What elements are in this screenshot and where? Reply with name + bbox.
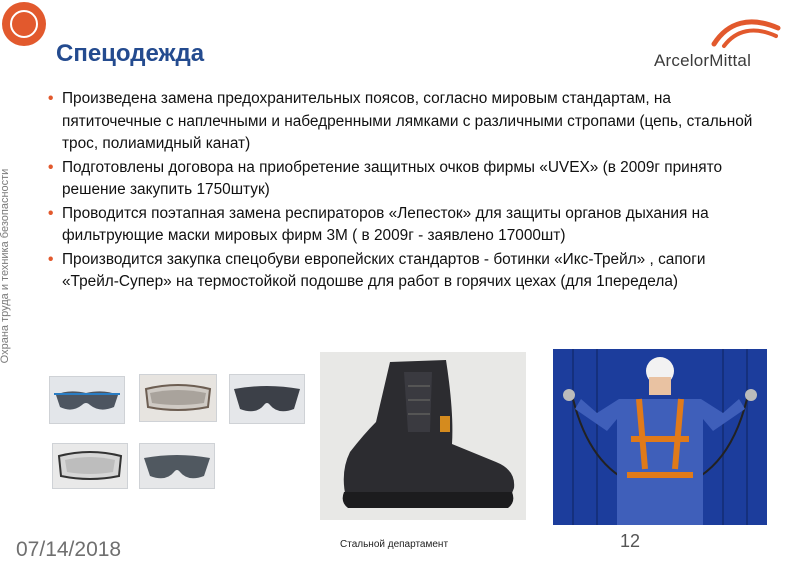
bullet-dot-icon: • [48,90,54,107]
bullet-item: • Подготовлены договора на приобретение з… [46,157,766,202]
bullet-item: • Произведена замена предохранительных по… [46,88,766,156]
page-number: 12 [620,531,641,551]
worker-harness-photo [553,349,767,525]
footer-department: Стальной департамент [340,539,449,550]
work-boot-photo [320,352,526,520]
bullet-item: • Производится закупка спецобуви европейс… [46,249,766,294]
footer-date: 07/14/2018 [16,538,122,561]
brand-name: ArcelorMittal [654,51,752,70]
vertical-caption: Охрана труда и техника безопасности [0,168,11,364]
bullet-dot-icon: • [48,204,54,222]
company-emblem-icon [2,2,46,46]
bullet-list: • Произведена замена предохранительных по… [46,88,766,295]
safety-glasses-photo-4 [52,443,128,489]
brand-logo: ArcelorMittal [652,14,782,72]
bullet-dot-icon: • [48,158,54,176]
safety-glasses-photo-5 [139,443,215,489]
bullet-text: Произведена замена предохранительных поя… [62,90,753,152]
safety-glasses-photo-3 [229,374,305,424]
bullet-text: Производится закупка спецобуви европейск… [62,250,706,291]
bullet-dot-icon: • [48,250,54,268]
bullet-item: • Проводится поэтапная замена респираторо… [46,203,766,248]
bullet-text: Проводится поэтапная замена респираторов… [62,204,709,245]
safety-glasses-photo-2 [139,374,217,422]
bullet-text: Подготовлены договора на приобретение за… [62,158,723,199]
safety-glasses-photo-1 [49,376,125,424]
arcelormittal-swoosh-icon [711,19,781,48]
slide-title: Спецодежда [56,40,205,67]
